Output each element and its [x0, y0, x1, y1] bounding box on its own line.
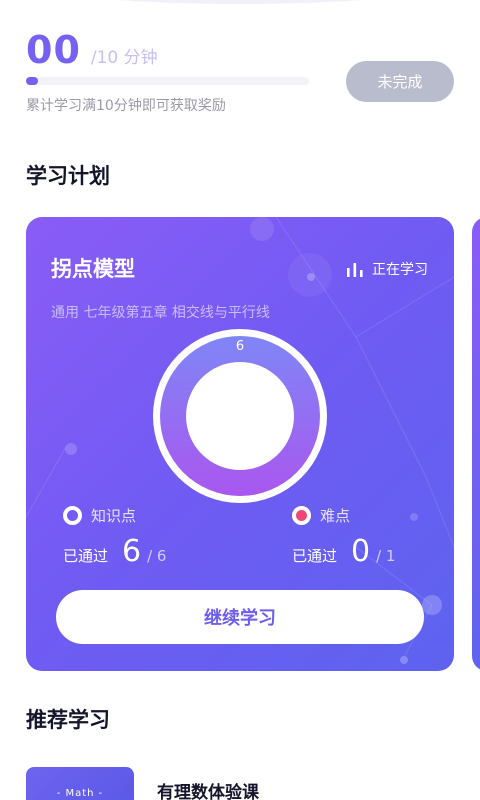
difficulty-total: / 1 [376, 547, 396, 565]
recommend-title: 推荐学习 [26, 708, 110, 732]
minutes-total: /10 分钟 [90, 48, 158, 68]
learning-status: 正在学习 [346, 259, 428, 279]
study-plan-title: 学习计划 [26, 164, 110, 188]
difficulty-stat: 难点 已通过 0 / 1 [292, 505, 395, 567]
knowledge-label: 知识点 [91, 507, 137, 525]
knowledge-stat: 知识点 已通过 6 / 6 [63, 505, 166, 567]
bar-chart-icon [347, 263, 363, 277]
difficulty-dot-icon [292, 506, 311, 525]
progress-ring: 6 [153, 329, 327, 503]
difficulty-passed-label: 已通过 [292, 547, 338, 565]
reward-hint: 累计学习满10分钟即可获取奖励 [26, 98, 226, 114]
difficulty-label: 难点 [320, 507, 351, 525]
study-plan-card[interactable]: 拐点模型 正在学习 通用 七年级第五章 相交线与平行线 6 知识点 已通过 6 [26, 217, 454, 671]
knowledge-passed-count: 6 [122, 534, 142, 569]
card-subtitle: 通用 七年级第五章 相交线与平行线 [51, 305, 270, 321]
learning-status-label: 正在学习 [372, 262, 428, 278]
card-title: 拐点模型 [51, 257, 135, 281]
difficulty-passed-count: 0 [351, 534, 371, 569]
incomplete-status-button[interactable]: 未完成 [346, 61, 454, 102]
course-thumbnail[interactable]: - Math - [26, 767, 134, 800]
study-progress: 00 /10 分钟 累计学习满10分钟即可获取奖励 [26, 28, 316, 114]
ring-inner [186, 362, 294, 470]
course-title[interactable]: 有理数体验课 [157, 778, 259, 800]
knowledge-total: / 6 [147, 547, 167, 565]
next-plan-card-peek[interactable] [472, 217, 480, 671]
course-thumbnail-label: - Math - [56, 788, 104, 799]
knowledge-passed-label: 已通过 [63, 547, 109, 565]
top-decoration [30, 0, 450, 4]
progress-bar [26, 77, 309, 85]
minutes-current: 00 [26, 28, 81, 72]
ring-value: 6 [236, 339, 244, 354]
minutes-counter: 00 /10 分钟 [26, 28, 316, 72]
progress-bar-fill [26, 77, 38, 85]
knowledge-dot-icon [63, 506, 82, 525]
continue-learning-button[interactable]: 继续学习 [56, 590, 424, 644]
